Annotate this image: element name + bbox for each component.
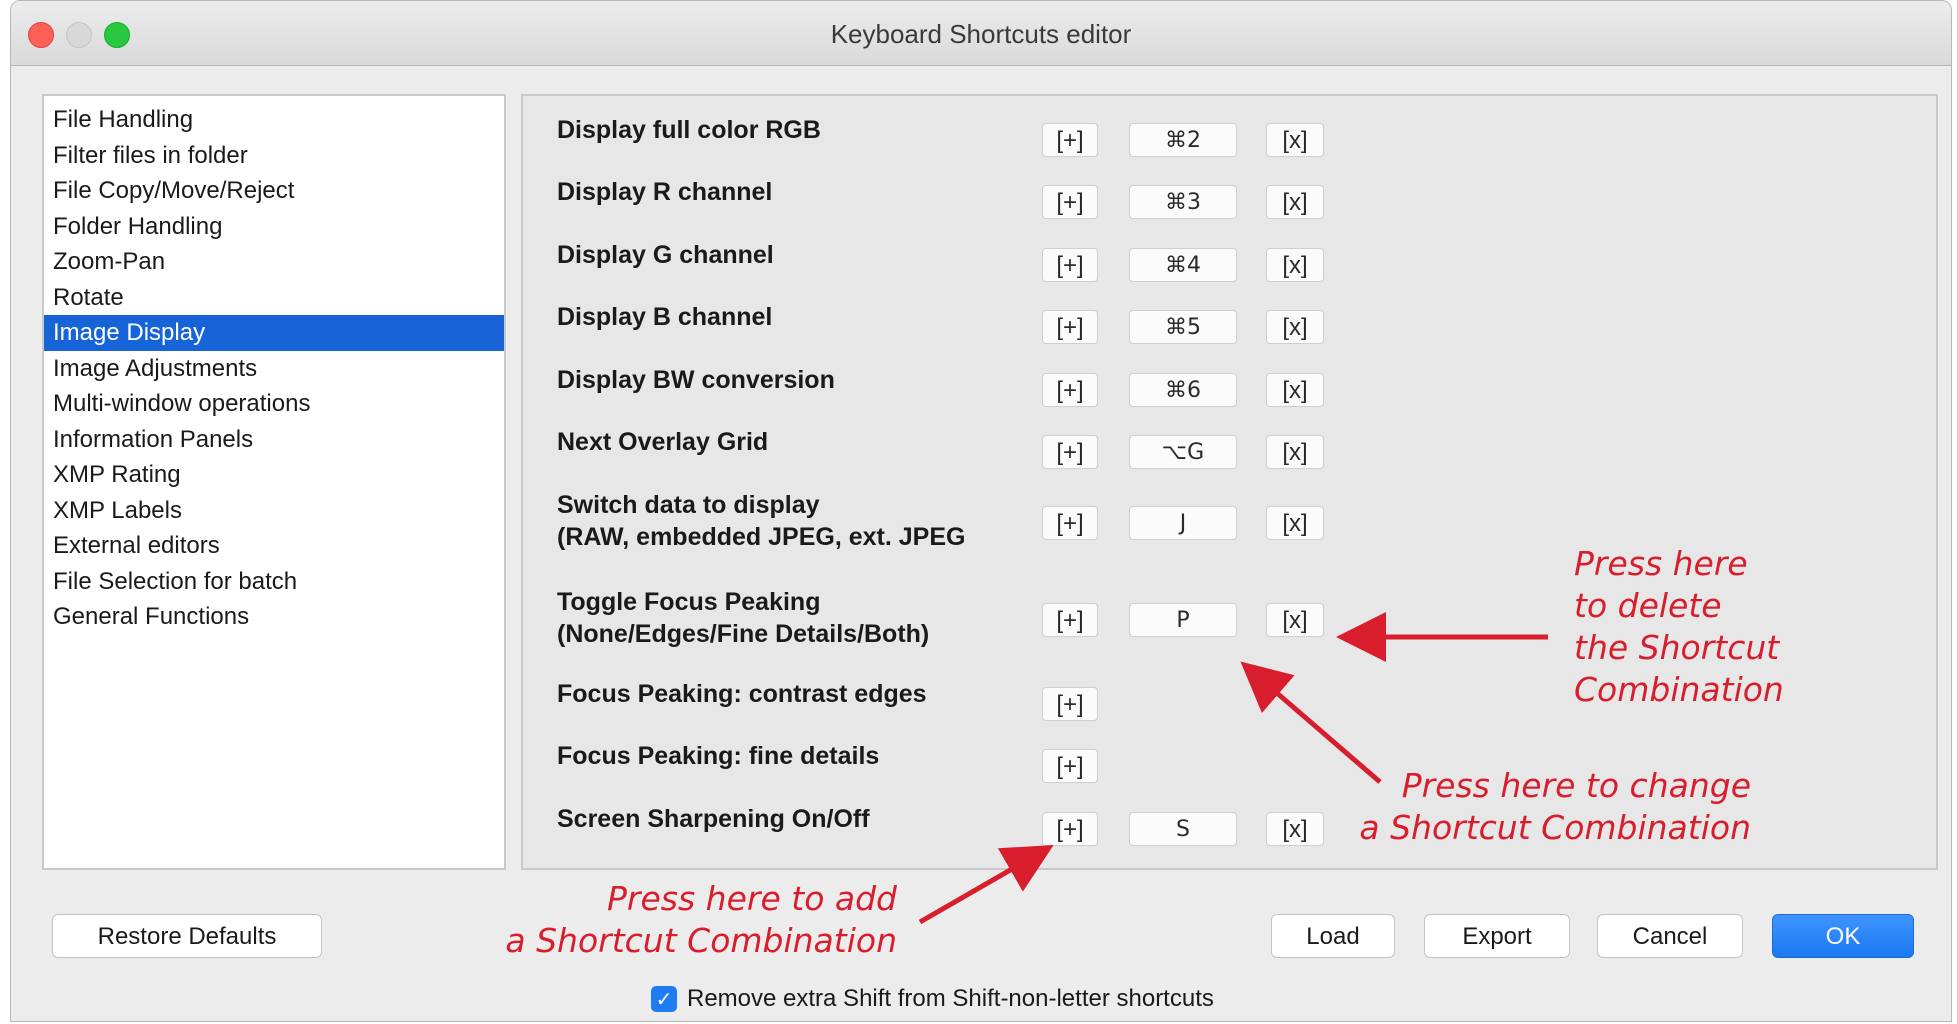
arrow-to-add-icon: [918, 845, 1054, 925]
arrow-to-change-icon: [1240, 661, 1382, 784]
annotation-arrows: [918, 612, 1548, 925]
